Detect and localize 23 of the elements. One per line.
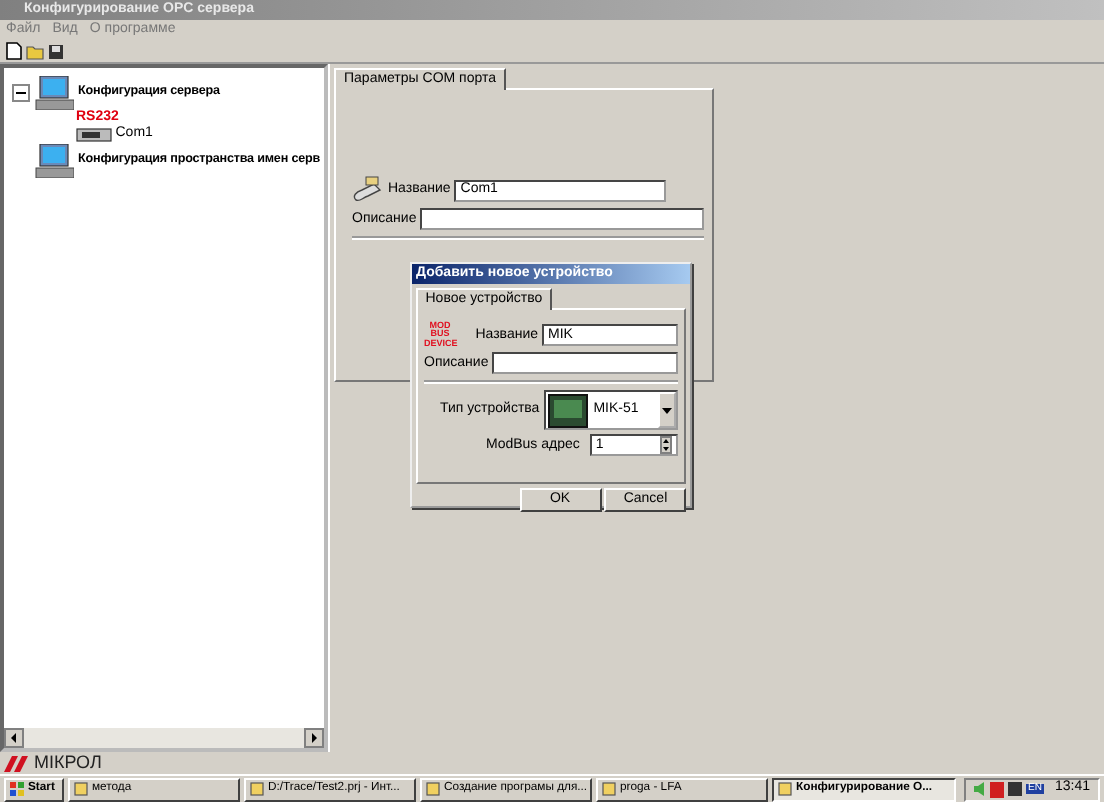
brand-logo-icon <box>4 755 32 771</box>
window-icon <box>426 782 440 796</box>
window-icon <box>602 782 616 796</box>
collapse-icon[interactable] <box>12 83 30 101</box>
scroll-left-icon[interactable] <box>4 728 24 748</box>
spinner-arrows-icon[interactable] <box>660 436 672 455</box>
description-field[interactable] <box>492 352 678 375</box>
scroll-right-icon[interactable] <box>304 728 324 748</box>
save-icon[interactable] <box>48 43 64 59</box>
horizontal-scrollbar[interactable] <box>4 728 324 748</box>
dropdown-arrow-icon[interactable] <box>662 407 672 414</box>
port-device-icon <box>76 127 112 142</box>
brand-name: МІКРОЛ <box>34 752 102 774</box>
computer-icon <box>34 75 74 109</box>
window-icon <box>250 782 264 796</box>
windows-flag-icon <box>10 782 24 796</box>
description-field[interactable] <box>420 208 704 231</box>
serial-port-icon <box>352 176 384 205</box>
computer-icon <box>34 143 74 178</box>
device-panel-icon <box>547 393 588 428</box>
new-file-icon[interactable] <box>6 42 22 60</box>
window-icon <box>74 782 88 796</box>
window-icon <box>778 782 792 796</box>
